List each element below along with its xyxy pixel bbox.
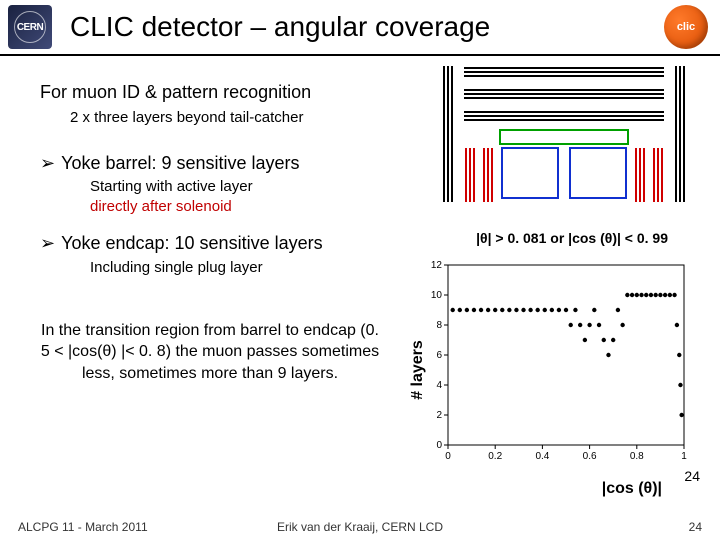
- layers-chart: |θ| > 0. 081 or |cos (θ)| < 0. 99 # laye…: [396, 230, 696, 510]
- footer-left: ALCPG 11 - March 2011: [18, 520, 148, 534]
- detector-diagram: [434, 62, 694, 212]
- line-endcap-sub: Including single plug layer: [90, 258, 390, 278]
- svg-text:8: 8: [436, 320, 442, 331]
- footer-page-number: 24: [689, 520, 702, 534]
- svg-text:6: 6: [436, 350, 442, 361]
- slide-header: CERN CLIC detector – angular coverage cl…: [0, 0, 720, 56]
- chart-svg: 00.20.40.60.81024681012: [420, 254, 690, 470]
- line-barrel-sub2: directly after solenoid: [90, 197, 390, 217]
- svg-text:4: 4: [436, 380, 442, 391]
- slide-title: CLIC detector – angular coverage: [70, 11, 664, 43]
- svg-text:0: 0: [445, 451, 451, 462]
- svg-text:0.8: 0.8: [630, 451, 644, 462]
- svg-text:0.2: 0.2: [488, 451, 502, 462]
- cern-logo-text: CERN: [17, 22, 43, 33]
- svg-text:0: 0: [436, 440, 442, 451]
- line-barrel-sub1: Starting with active layer: [90, 177, 390, 197]
- line-endcap: Yoke endcap: 10 sensitive layers: [40, 231, 390, 255]
- svg-text:1: 1: [681, 451, 687, 462]
- slide-number-inner: 24: [684, 468, 700, 484]
- x-axis-label: |cos (θ)|: [602, 480, 662, 498]
- slide-footer: ALCPG 11 - March 2011 Erik van der Kraai…: [0, 514, 720, 540]
- line-muon-sub: 2 x three layers beyond tail-catcher: [70, 108, 390, 128]
- text-column: For muon ID & pattern recognition 2 x th…: [40, 80, 390, 385]
- slide-content: For muon ID & pattern recognition 2 x th…: [0, 56, 720, 514]
- svg-text:0.4: 0.4: [535, 451, 549, 462]
- clic-logo-text: clic: [677, 21, 695, 33]
- svg-text:0.6: 0.6: [583, 451, 597, 462]
- svg-text:12: 12: [431, 260, 443, 271]
- chart-plot-area: 00.20.40.60.81024681012: [420, 254, 690, 470]
- line-barrel: Yoke barrel: 9 sensitive layers: [40, 151, 390, 175]
- transition-paragraph: In the transition region from barrel to …: [40, 320, 380, 385]
- chart-annotation: |θ| > 0. 081 or |cos (θ)| < 0. 99: [476, 230, 668, 246]
- clic-logo: clic: [664, 5, 708, 49]
- svg-text:2: 2: [436, 410, 442, 421]
- footer-center: Erik van der Kraaij, CERN LCD: [277, 520, 443, 534]
- line-muon-id: For muon ID & pattern recognition: [40, 80, 390, 104]
- cern-logo: CERN: [8, 5, 52, 49]
- svg-text:10: 10: [431, 290, 443, 301]
